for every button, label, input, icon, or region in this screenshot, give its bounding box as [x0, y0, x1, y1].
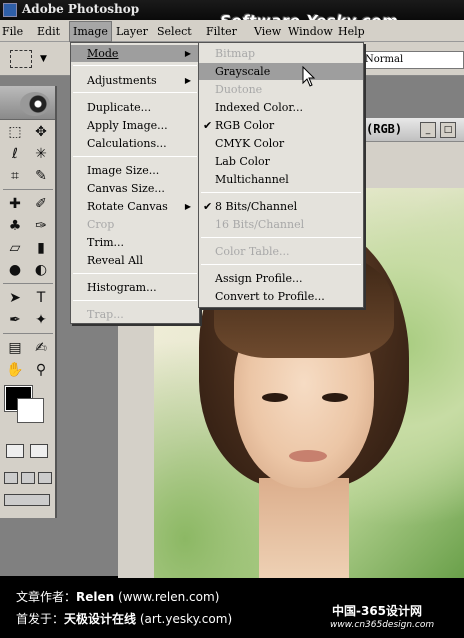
standard-mode-icon[interactable]: [6, 444, 24, 458]
menu-image[interactable]: Image: [69, 21, 112, 42]
custom-shape-icon[interactable]: ✦: [30, 310, 52, 330]
menu-file[interactable]: File: [2, 25, 23, 38]
screen-mode-standard-icon[interactable]: [4, 472, 18, 484]
mode-submenu: Bitmap Grayscale Duotone Indexed Color..…: [198, 42, 364, 308]
menu-item-grayscale[interactable]: Grayscale: [199, 63, 363, 80]
notes-icon[interactable]: ▤: [4, 338, 26, 358]
submenu-arrow-icon: ▶: [184, 49, 191, 58]
checkmark-icon: ✔: [203, 119, 213, 132]
menu-item-mode[interactable]: Mode ▶: [71, 45, 199, 62]
menu-filter[interactable]: Filter: [206, 25, 237, 38]
menu-item-cmyk-color[interactable]: CMYK Color: [199, 135, 363, 152]
screen-mode-full-menu-icon[interactable]: [21, 472, 35, 484]
type-tool-icon[interactable]: T: [30, 288, 52, 308]
menu-item-multichannel[interactable]: Multichannel: [199, 171, 363, 188]
mouse-cursor-icon: [302, 66, 316, 87]
app-title: Adobe Photoshop: [22, 2, 140, 16]
logo-text: 中国-365设计网: [332, 604, 423, 618]
menu-item-duplicate[interactable]: Duplicate...: [71, 99, 199, 116]
crop-icon[interactable]: ⌗: [4, 166, 26, 186]
menu-select[interactable]: Select: [157, 25, 192, 38]
menu-item-reveal-all[interactable]: Reveal All: [71, 252, 199, 269]
menu-help[interactable]: Help: [338, 25, 365, 38]
toolbox: ⬚ ✥ ℓ ✳ ⌗ ✎ ✚ ✐ ♣ ✑ ▱ ▮ ● ◐ ➤ T ✒ ✦ ▤ ✍ …: [0, 86, 57, 518]
photoshop-app-icon: [3, 3, 17, 17]
pen-icon[interactable]: ✒: [4, 310, 26, 330]
menu-view[interactable]: View: [254, 25, 281, 38]
menu-item-histogram[interactable]: Histogram...: [71, 279, 199, 296]
eyedropper-icon[interactable]: ✍: [30, 338, 52, 358]
logo-url: www.cn365design.com: [330, 620, 435, 630]
minimize-button[interactable]: _: [420, 122, 436, 138]
menu-item-8-bits[interactable]: ✔ 8 Bits/Channel: [199, 198, 363, 215]
healing-brush-icon[interactable]: ✚: [4, 194, 26, 214]
menu-item-lab-color[interactable]: Lab Color: [199, 153, 363, 170]
menu-item-trim[interactable]: Trim...: [71, 234, 199, 251]
menu-item-canvas-size[interactable]: Canvas Size...: [71, 180, 199, 197]
maximize-button[interactable]: □: [440, 122, 456, 138]
source-line: 首发于：天极设计在线 (art.yesky.com): [16, 612, 233, 626]
menu-edit[interactable]: Edit: [37, 25, 60, 38]
jump-to-imageready-icon[interactable]: [4, 494, 50, 506]
zoom-icon[interactable]: ⚲: [30, 360, 52, 380]
image-menu: Mode ▶ Adjustments ▶ Duplicate... Apply Im…: [70, 42, 200, 324]
blur-icon[interactable]: ●: [4, 260, 26, 280]
dodge-icon[interactable]: ◐: [30, 260, 52, 280]
background-color-swatch[interactable]: [17, 398, 44, 423]
menu-item-color-table: Color Table...: [215, 245, 290, 258]
menu-layer[interactable]: Layer: [116, 25, 148, 38]
menu-item-trap: Trap...: [87, 308, 124, 321]
menu-item-rgb-color[interactable]: ✔ RGB Color: [199, 117, 363, 134]
toolbox-header: [0, 86, 55, 120]
menu-item-16-bits: 16 Bits/Channel: [215, 218, 305, 231]
clone-stamp-icon[interactable]: ♣: [4, 216, 26, 236]
author-line: 文章作者：Relen (www.relen.com): [16, 590, 220, 604]
menu-item-adjustments[interactable]: Adjustments ▶: [71, 72, 199, 89]
submenu-arrow-icon: ▶: [184, 202, 191, 211]
rect-marquee-icon[interactable]: ⬚: [4, 122, 26, 142]
menu-item-calculations[interactable]: Calculations...: [71, 135, 199, 152]
path-selection-icon[interactable]: ➤: [4, 288, 26, 308]
menu-item-crop: Crop: [87, 218, 115, 231]
menu-item-apply-image[interactable]: Apply Image...: [71, 117, 199, 134]
menu-item-indexed-color[interactable]: Indexed Color...: [199, 99, 363, 116]
menu-item-rotate-canvas[interactable]: Rotate Canvas ▶: [71, 198, 199, 215]
hand-icon[interactable]: ✋: [4, 360, 26, 380]
marquee-tool-preset-icon[interactable]: [10, 50, 32, 68]
lasso-icon[interactable]: ℓ: [4, 144, 26, 164]
blend-mode-select[interactable]: Normal: [360, 51, 464, 69]
brush-icon[interactable]: ✐: [30, 194, 52, 214]
magic-wand-icon[interactable]: ✳: [30, 144, 52, 164]
chevron-down-icon[interactable]: ▼: [40, 54, 47, 64]
eraser-icon[interactable]: ▱: [4, 238, 26, 258]
menu-bar: File Edit Image Layer Select Filter View…: [0, 20, 464, 42]
photoshop-eye-icon: [20, 92, 50, 116]
menu-item-convert-to-profile[interactable]: Convert to Profile...: [199, 288, 363, 305]
menu-item-image-size[interactable]: Image Size...: [71, 162, 199, 179]
menu-item-assign-profile[interactable]: Assign Profile...: [199, 270, 363, 287]
menu-window[interactable]: Window: [288, 25, 333, 38]
document-title: (RGB): [366, 122, 403, 136]
article-caption: 文章作者：Relen (www.relen.com) 首发于：天极设计在线 (a…: [0, 578, 464, 638]
screen-mode-full-icon[interactable]: [38, 472, 52, 484]
menu-item-duotone: Duotone: [215, 83, 263, 96]
submenu-arrow-icon: ▶: [184, 76, 191, 85]
checkmark-icon: ✔: [203, 200, 213, 213]
history-brush-icon[interactable]: ✑: [30, 216, 52, 236]
move-tool-icon[interactable]: ✥: [30, 122, 52, 142]
quick-mask-icon[interactable]: [30, 444, 48, 458]
slice-icon[interactable]: ✎: [30, 166, 52, 186]
gradient-icon[interactable]: ▮: [30, 238, 52, 258]
menu-item-bitmap: Bitmap: [215, 47, 256, 60]
